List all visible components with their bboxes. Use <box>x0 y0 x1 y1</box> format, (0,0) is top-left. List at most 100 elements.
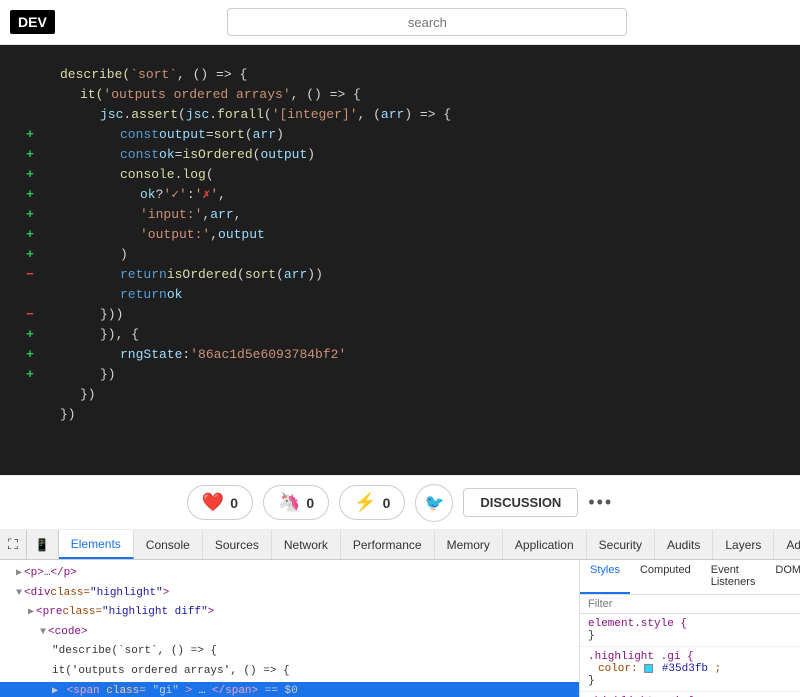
styles-subtabs: Styles Computed Event Listeners DOM <box>580 560 800 595</box>
selected-element-tag: ▶ <span class= "gi" > … </span> == $0 <box>52 683 298 697</box>
code-line: jsc.assert(jsc.forall('[integer]', (arr)… <box>60 105 780 125</box>
more-button[interactable]: ••• <box>588 492 613 513</box>
search-input[interactable] <box>227 8 627 36</box>
code-text: jsc <box>100 105 123 125</box>
code-text: const <box>120 125 159 145</box>
code-line: − return isOrdered(sort(arr)) <box>60 265 780 285</box>
text-node: "describe(`sort`, () => { <box>52 643 217 661</box>
subtab-dom-label: DOM <box>775 564 800 576</box>
heart-reaction-button[interactable]: ❤️ 0 <box>187 485 253 520</box>
code-line: it('outputs ordered arrays', () => { <box>60 85 780 105</box>
tab-performance[interactable]: Performance <box>341 530 435 559</box>
tab-network-label: Network <box>284 538 328 552</box>
diff-plus: + <box>20 165 40 185</box>
unicorn-count: 0 <box>306 495 314 511</box>
css-selector: element.style { <box>588 618 792 630</box>
semicolon: ; <box>715 663 722 675</box>
code-line: + 'input:', arr, <box>60 205 780 225</box>
top-bar: DEV <box>0 0 800 45</box>
code-line: − })) <box>60 305 780 325</box>
tab-sources-label: Sources <box>215 538 259 552</box>
devtools-panel: ▶ <p> … </p> ▼ <div class= "highlight" >… <box>0 560 800 697</box>
subtab-event-listeners[interactable]: Event Listeners <box>701 560 766 594</box>
twitter-icon: 🐦 <box>424 493 444 513</box>
tab-application[interactable]: Application <box>503 530 587 559</box>
tab-sources[interactable]: Sources <box>203 530 272 559</box>
collapse-icon: ▼ <box>16 586 22 602</box>
tag: <div <box>24 585 50 603</box>
code-line: + console.log( <box>60 165 780 185</box>
tab-audits-label: Audits <box>667 538 700 552</box>
tab-console[interactable]: Console <box>134 530 203 559</box>
diff-plus: + <box>20 125 40 145</box>
attr-val: "highlight diff" <box>102 604 208 622</box>
tab-adblock[interactable]: AdBlock <box>774 530 800 559</box>
tab-console-label: Console <box>146 538 190 552</box>
tab-inspect[interactable]: ⛶ <box>0 530 27 559</box>
bolt-reaction-button[interactable]: ⚡ 0 <box>339 485 405 520</box>
tab-layers[interactable]: Layers <box>713 530 774 559</box>
subtab-event-label: Event Listeners <box>711 564 756 588</box>
heart-count: 0 <box>230 495 238 511</box>
subtab-computed-label: Computed <box>640 564 691 576</box>
close-tag: </p> <box>50 565 76 583</box>
inspect-icon: ⛶ <box>8 536 18 553</box>
css-close: } <box>588 675 792 687</box>
css-value: #35d3fb <box>662 663 708 675</box>
code-text: it( <box>80 85 103 105</box>
diff-minus: − <box>20 305 40 325</box>
color-swatch <box>644 664 653 673</box>
code-line: describe(`sort`, () => { <box>60 65 780 85</box>
twitter-button[interactable]: 🐦 <box>415 484 453 522</box>
tree-item[interactable]: ▼ <code> <box>0 623 579 643</box>
tag: > <box>208 604 215 622</box>
discussion-button[interactable]: DISCUSSION <box>463 488 578 517</box>
css-property: color: #35d3fb ; <box>598 663 792 675</box>
tab-performance-label: Performance <box>353 538 422 552</box>
tag: <pre <box>36 604 62 622</box>
unicorn-reaction-button[interactable]: 🦄 0 <box>263 485 329 520</box>
tree-item-selected[interactable]: ▶ <span class= "gi" > … </span> == $0 <box>0 682 579 697</box>
css-block-highlight-gi-1: .highlight .gi { color: #35d3fb ; } <box>580 647 800 692</box>
tree-item[interactable]: it('outputs ordered arrays', () => { <box>0 662 579 682</box>
tab-device[interactable]: 📱 <box>27 530 59 559</box>
tab-elements[interactable]: Elements <box>59 530 134 559</box>
tree-item[interactable]: "describe(`sort`, () => { <box>0 642 579 662</box>
code-text: describe( <box>60 65 130 85</box>
code-area: describe(`sort`, () => { it('outputs ord… <box>0 45 800 475</box>
collapse-icon: ▶ <box>16 566 22 582</box>
diff-plus: + <box>20 145 40 165</box>
reaction-bar: ❤️ 0 🦄 0 ⚡ 0 🐦 DISCUSSION ••• <box>0 475 800 530</box>
styles-filter-input[interactable] <box>580 595 800 614</box>
bolt-icon: ⚡ <box>354 492 376 513</box>
subtab-styles[interactable]: Styles <box>580 560 630 594</box>
diff-plus: + <box>20 325 40 345</box>
tree-item[interactable]: ▼ <div class= "highlight" > <box>0 584 579 604</box>
css-close: } <box>588 630 792 642</box>
tab-memory[interactable]: Memory <box>435 530 503 559</box>
collapse-icon: ▼ <box>40 625 46 641</box>
text-node: … <box>44 565 51 583</box>
subtab-computed[interactable]: Computed <box>630 560 701 594</box>
code-line: }) <box>60 405 780 425</box>
device-icon: 📱 <box>35 538 50 552</box>
tab-audits[interactable]: Audits <box>655 530 713 559</box>
elements-panel: ▶ <p> … </p> ▼ <div class= "highlight" >… <box>0 560 580 697</box>
devtools-tabs: ⛶ 📱 Elements Console Sources Network Per… <box>0 530 800 560</box>
styles-panel: Styles Computed Event Listeners DOM elem… <box>580 560 800 697</box>
diff-minus: − <box>20 265 40 285</box>
tag: <code> <box>48 624 88 642</box>
code-line: + const ok = isOrdered(output) <box>60 145 780 165</box>
tree-item[interactable]: ▶ <p> … </p> <box>0 564 579 584</box>
css-selector: .highlight .gi { <box>588 651 792 663</box>
code-line: + }) <box>60 365 780 385</box>
tab-adblock-label: AdBlock <box>786 538 800 552</box>
tab-security[interactable]: Security <box>587 530 655 559</box>
tag: <p> <box>24 565 44 583</box>
diff-plus: + <box>20 185 40 205</box>
code-line: + rngState: '86ac1d5e6093784bf2' <box>60 345 780 365</box>
subtab-dom[interactable]: DOM <box>765 560 800 594</box>
tab-network[interactable]: Network <box>272 530 341 559</box>
tree-item[interactable]: ▶ <pre class= "highlight diff" > <box>0 603 579 623</box>
diff-plus: + <box>20 225 40 245</box>
